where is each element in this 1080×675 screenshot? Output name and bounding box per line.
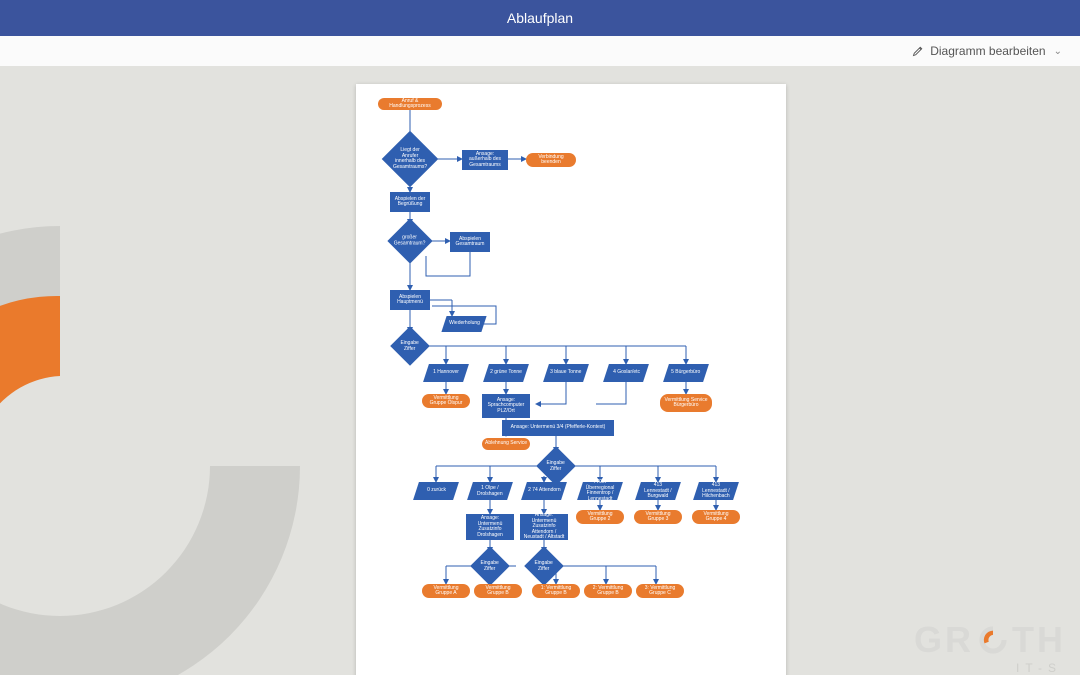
node-decision-4: Eingabe Ziffer — [536, 446, 576, 486]
node-term-opt3: Ablehnung Service — [482, 438, 530, 450]
node-term-f4: 2: Vermittlung Gruppe B — [584, 584, 632, 598]
node-process-7: Ansage: Untermenü 3/4 (Pfefferle-Kontext… — [502, 420, 614, 436]
brand-part-2: TH — [1012, 619, 1066, 661]
node-process-8: Ansage: Untermenü Zusatzinfo Drolshagen — [466, 514, 514, 540]
node-option-4: 4 Goslar/etc — [603, 364, 649, 382]
canvas: GR TH IT-S — [0, 66, 1080, 675]
node-decision-5: Eingabe Ziffer — [470, 546, 510, 586]
node-decision-6: Eingabe Ziffer — [524, 546, 564, 586]
node-term-opt5: Vermittlung Service Bürgerbüro — [660, 394, 712, 412]
node-option-3: 3 blaue Tonne — [543, 364, 589, 382]
node-decision-2: großer Gesamtraum? — [387, 218, 432, 263]
node-process-6: Ansage: Sprachcomputer PLZ/Ort — [482, 394, 530, 418]
node-term-sub5: Vermittlung Gruppe 3 — [634, 510, 682, 524]
node-term-opt1: Vermittlung Gruppe Ölspur — [422, 394, 470, 408]
node-sub-5: 413 Lennestadt / Burgwald — [635, 482, 681, 500]
toolbar: Diagramm bearbeiten ⌄ — [0, 36, 1080, 67]
node-term-f2: Vermittlung Gruppe B — [474, 584, 522, 598]
node-decision-3: Eingabe Ziffer — [390, 326, 430, 366]
node-process-1: Ansage: außerhalb des Gesamtraums — [462, 150, 508, 170]
node-term-f1: Vermittlung Gruppe A — [422, 584, 470, 598]
edit-diagram-button[interactable]: Diagramm bearbeiten ⌄ — [912, 44, 1062, 58]
node-term-sub4: Vermittlung Gruppe 2 — [576, 510, 624, 524]
node-process-9: Ansage: Untermenü Zusatzinfo Attendorn /… — [520, 514, 568, 540]
brand-subtitle: IT-S — [1016, 661, 1062, 675]
brand-wordmark: GR TH IT-S — [914, 619, 1066, 661]
node-process-4: Abspielen Hauptmenü — [390, 290, 430, 310]
node-option-2: 2 grüne Tonne — [483, 364, 529, 382]
title-bar: Ablaufplan — [0, 0, 1080, 36]
node-option-5: 5 Bürgerbüro — [663, 364, 709, 382]
node-sub-4: 770er Überregional Finnentrop / Lennesta… — [577, 482, 623, 500]
node-term-f3: 1: Vermittlung Gruppe B — [532, 584, 580, 598]
node-decision-1: Liegt der Anrufer innerhalb des Gesamtra… — [382, 131, 439, 188]
node-loop: Wiederholung — [441, 316, 486, 332]
watermark-logo — [0, 186, 340, 675]
diagram-page[interactable]: Anruf & Handlungsprozess Liegt der Anruf… — [356, 84, 786, 675]
node-sub-1: 0 zurück — [413, 482, 459, 500]
edit-diagram-label: Diagramm bearbeiten — [930, 44, 1045, 58]
brand-part-1: GR — [914, 619, 974, 661]
brand-swirl-icon — [976, 623, 1010, 657]
pencil-icon — [912, 45, 924, 57]
chevron-down-icon: ⌄ — [1054, 46, 1062, 57]
node-sub-2: 1 Olpe / Drolshagen — [467, 482, 513, 500]
node-option-1: 1 Hannover — [423, 364, 469, 382]
node-start: Anruf & Handlungsprozess — [378, 98, 442, 110]
node-term-1: Verbindung beenden — [526, 153, 576, 167]
node-sub-3: 2 74 Attendorn — [521, 482, 567, 500]
node-term-f5: 3: Vermittlung Gruppe C — [636, 584, 684, 598]
node-term-sub6: Vermittlung Gruppe 4 — [692, 510, 740, 524]
app-title: Ablaufplan — [507, 10, 573, 26]
node-sub-6: 413 Lennestadt / Hilchenbach — [693, 482, 739, 500]
node-process-3: Abspielen Gesamtraum — [450, 232, 490, 252]
node-process-2: Abspielen der Begrüßung — [390, 192, 430, 212]
